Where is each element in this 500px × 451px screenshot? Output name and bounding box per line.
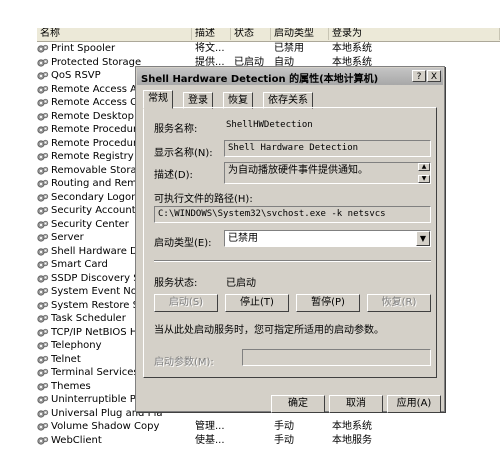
separator (154, 260, 431, 262)
service-name-label: 服务名称: (154, 124, 198, 135)
service-gear-icon (37, 179, 49, 189)
start-params-input[interactable] (242, 349, 431, 366)
exe-path-label: 可执行文件的路径(H): (154, 194, 253, 205)
chevron-down-icon[interactable]: ▼ (416, 231, 430, 246)
start-params-hint: 当从此处启动服务时，您可指定所适用的启动参数。 (154, 325, 384, 336)
list-header: 名称 描述 状态 启动类型 登录为 (37, 28, 500, 42)
scroll-down-icon[interactable]: ▼ (418, 175, 430, 183)
tab-general[interactable]: 常规 (143, 90, 173, 109)
service-gear-icon (37, 260, 49, 270)
service-gear-icon (37, 274, 49, 284)
service-gear-icon (37, 341, 49, 351)
scroll-up-icon[interactable]: ▲ (418, 163, 430, 171)
column-header-name[interactable]: 名称 (37, 28, 192, 40)
service-gear-icon (37, 85, 49, 95)
service-gear-icon (37, 152, 49, 162)
service-gear-icon (37, 58, 49, 68)
service-gear-icon (37, 206, 49, 216)
service-logon-as: 本地系统 (332, 43, 372, 54)
startup-type-label: 启动类型(E): (154, 238, 212, 249)
start-button[interactable]: 启动(S) (154, 294, 218, 312)
stop-button[interactable]: 停止(T) (225, 294, 289, 312)
service-name: Volume Shadow Copy (51, 421, 160, 432)
service-gear-icon (37, 139, 49, 149)
service-logon-as: 本地服务 (332, 434, 372, 446)
service-startup-type: 手动 (274, 421, 294, 432)
service-gear-icon (37, 301, 49, 311)
service-name: WebClient (51, 434, 102, 446)
service-gear-icon (37, 193, 49, 203)
service-row[interactable]: Print Spooler 将文... 已禁用 本地系统 (37, 42, 500, 56)
service-status-label: 服务状态: (154, 278, 198, 289)
service-gear-icon (37, 233, 49, 243)
service-description: 将文... (195, 43, 225, 54)
display-name-field[interactable]: Shell Hardware Detection (224, 140, 431, 157)
service-logon-as: 本地系统 (332, 421, 372, 432)
service-row[interactable]: Volume Shadow Copy 管理... 手动 本地系统 (37, 420, 500, 434)
service-status-value: 已启动 (226, 278, 256, 289)
column-header-status[interactable]: 状态 (231, 28, 271, 40)
apply-button[interactable]: 应用(A) (387, 395, 441, 413)
close-button[interactable]: X (427, 70, 441, 82)
display-name-label: 显示名称(N): (154, 148, 213, 159)
column-header-startup-type[interactable]: 启动类型 (271, 28, 329, 40)
description-text: 为自动播放硬件事件提供通知。 (228, 165, 368, 176)
service-gear-icon (37, 220, 49, 230)
general-panel: 服务名称: ShellHWDetection 显示名称(N): Shell Ha… (143, 107, 437, 378)
column-header-logon-as[interactable]: 登录为 (329, 28, 500, 40)
service-gear-icon (37, 44, 49, 54)
service-gear-icon (37, 368, 49, 378)
column-header-description[interactable]: 描述 (192, 28, 231, 40)
service-gear-icon (37, 314, 49, 324)
service-description: 使基... (195, 434, 225, 446)
service-gear-icon (37, 355, 49, 365)
service-name-value: ShellHWDetection (226, 120, 313, 130)
service-properties-dialog: Shell Hardware Detection 的属性(本地计算机) ? X … (135, 66, 445, 413)
service-gear-icon (37, 71, 49, 81)
service-gear-icon (37, 247, 49, 257)
service-gear-icon (37, 125, 49, 135)
service-row[interactable]: WebClient 使基... 手动 本地服务 (37, 434, 500, 448)
service-gear-icon (37, 166, 49, 176)
ok-button[interactable]: 确定 (271, 395, 325, 413)
start-params-label: 启动参数(M): (154, 357, 214, 368)
dialog-title: Shell Hardware Detection 的属性(本地计算机) (141, 74, 379, 85)
service-gear-icon (37, 382, 49, 392)
service-gear-icon (37, 436, 49, 446)
service-name: Print Spooler (51, 43, 116, 54)
service-startup-type: 已禁用 (274, 43, 304, 54)
description-field[interactable]: 为自动播放硬件事件提供通知。 ▲ ▼ (224, 162, 431, 184)
service-gear-icon (37, 98, 49, 108)
resume-button[interactable]: 恢复(R) (367, 294, 431, 312)
startup-type-select[interactable]: 已禁用 ▼ (224, 230, 431, 247)
service-startup-type: 手动 (274, 434, 294, 446)
service-gear-icon (37, 112, 49, 122)
dialog-titlebar[interactable]: Shell Hardware Detection 的属性(本地计算机) ? X (137, 68, 443, 85)
service-gear-icon (37, 395, 49, 405)
service-gear-icon (37, 409, 49, 419)
help-button[interactable]: ? (412, 70, 426, 82)
service-gear-icon (37, 328, 49, 338)
startup-type-value: 已禁用 (228, 233, 258, 244)
description-label: 描述(D): (154, 170, 193, 181)
pause-button[interactable]: 暂停(P) (296, 294, 360, 312)
exe-path-field[interactable]: C:\WINDOWS\System32\svchost.exe -k netsv… (154, 206, 431, 223)
service-description: 管理... (195, 421, 225, 432)
service-gear-icon (37, 287, 49, 297)
cancel-button[interactable]: 取消 (329, 395, 383, 413)
service-gear-icon (37, 422, 49, 432)
